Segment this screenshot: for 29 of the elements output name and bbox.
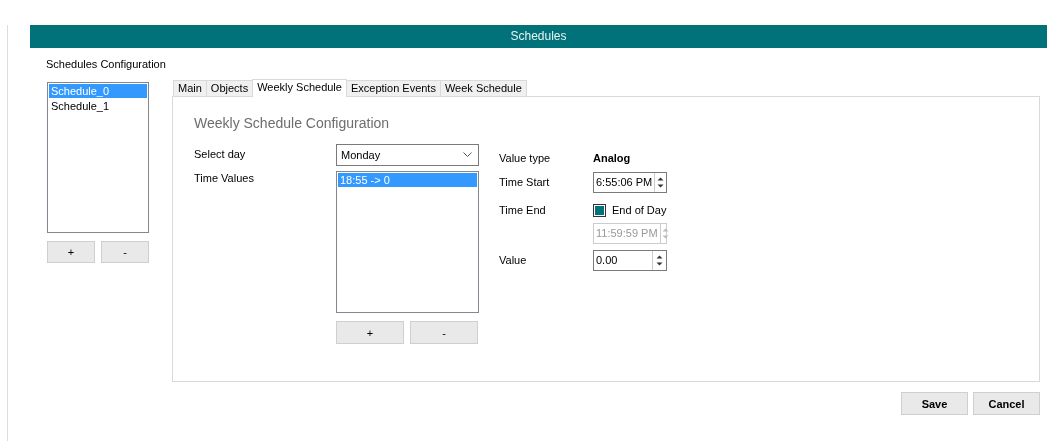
tab[interactable]: Week Schedule xyxy=(439,80,527,96)
dialog-button[interactable]: Save xyxy=(901,392,968,415)
field-label: Time Start xyxy=(499,175,551,191)
section-label: Schedules Configuration xyxy=(46,57,166,72)
spin-field[interactable]: 6:55:06 PM xyxy=(593,172,667,193)
day-dropdown[interactable]: Monday xyxy=(336,144,479,166)
tab[interactable]: Main xyxy=(173,80,207,96)
add-remove-button[interactable]: + xyxy=(47,240,95,263)
add-remove-button[interactable]: - xyxy=(101,240,149,263)
spinner-arrows-icon[interactable] xyxy=(656,175,666,190)
field-label: Time End xyxy=(499,203,547,219)
checkbox-label: End of Day xyxy=(612,203,667,219)
chevron-down-icon xyxy=(463,152,472,158)
spin-field[interactable]: 0.00 xyxy=(593,250,667,271)
tab[interactable]: Weekly Schedule xyxy=(252,79,347,97)
field-label: Time Values xyxy=(194,171,255,186)
field-label: Value type xyxy=(499,151,552,166)
add-remove-button[interactable]: + xyxy=(336,321,404,344)
spinner-arrows-icon[interactable] xyxy=(655,253,664,268)
list-item[interactable]: Schedule_1 xyxy=(49,98,147,113)
dialog-button[interactable]: Cancel xyxy=(973,392,1040,415)
tab[interactable]: Objects xyxy=(205,80,254,96)
field-label: Value xyxy=(499,253,528,269)
panel-heading: Weekly Schedule Configuration xyxy=(194,114,391,133)
add-remove-button[interactable]: - xyxy=(410,321,478,344)
window-title: Schedules xyxy=(30,25,1047,48)
tab[interactable]: Exception Events xyxy=(345,80,441,96)
field-label: Select day xyxy=(194,147,247,162)
value-text: Analog xyxy=(593,151,631,166)
